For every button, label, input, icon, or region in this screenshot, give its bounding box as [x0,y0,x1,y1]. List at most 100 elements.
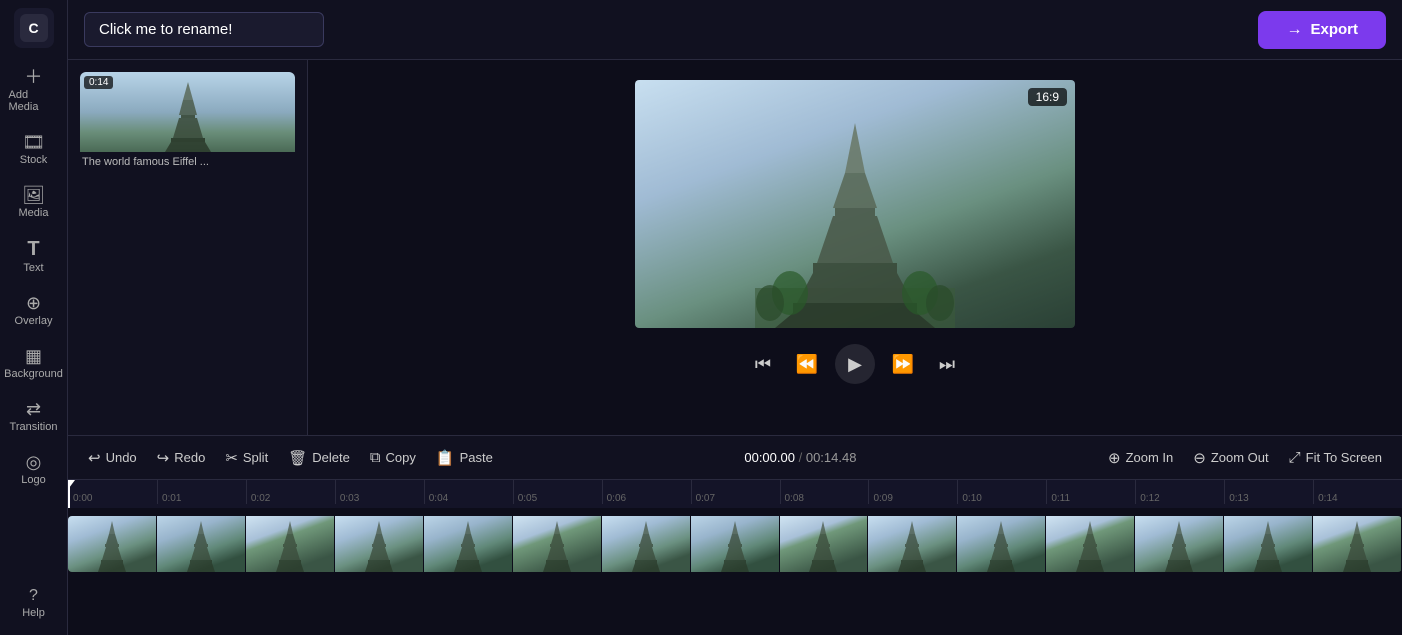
frame-thumb [602,516,691,572]
content-area: 0:14 The world famous Eiffel ... [68,60,1402,435]
delete-label: Delete [312,450,350,465]
video-track [68,516,1402,572]
sidebar-item-logo-label: Logo [21,474,45,486]
undo-label: Undo [106,450,137,465]
zoom-in-icon: ⊕ [1108,449,1121,467]
media-duration: 0:14 [84,76,113,89]
timeline-ruler: 0:000:010:020:030:040:050:060:070:080:09… [68,480,1402,508]
frame-thumb [68,516,157,572]
sidebar-item-media-label: Media [19,207,49,219]
playback-controls: ⏮ ⏪ ▶ ⏩ ⏭ [747,344,963,384]
add-media-icon: ＋ [25,68,43,86]
zoom-in-label: Zoom In [1126,450,1174,465]
fit-to-screen-icon: ⤢ [1289,449,1301,466]
zoom-out-button[interactable]: ⊖ Zoom Out [1185,444,1276,472]
rewind-button[interactable]: ⏪ [791,348,823,380]
frame-thumb [513,516,602,572]
time-current: 00:00.00 [744,450,795,465]
split-icon: ✂ [225,449,238,467]
paste-label: Paste [460,450,493,465]
ruler-tick: 0:03 [335,480,424,504]
sidebar-item-add-media-label: Add Media [9,89,59,113]
skip-to-end-button[interactable]: ⏭ [931,348,963,380]
zoom-out-icon: ⊖ [1193,449,1206,467]
ruler-tick: 0:07 [691,480,780,504]
sidebar-item-overlay-label: Overlay [15,315,53,327]
ruler-tick: 0:10 [957,480,1046,504]
sidebar-item-logo[interactable]: ◎ Logo [5,445,63,494]
timeline-area: ↩ Undo ↪ Redo ✂ Split 🗑 Delete ⧉ Copy 📋 [68,435,1402,635]
time-total: 00:14.48 [806,450,857,465]
redo-button[interactable]: ↪ Redo [149,444,214,472]
ruler-tick: 0:06 [602,480,691,504]
frame-thumb [157,516,246,572]
undo-button[interactable]: ↩ Undo [80,444,145,472]
background-icon: ▦ [25,347,42,365]
media-item[interactable]: 0:14 The world famous Eiffel ... [80,72,295,172]
time-separator: / [799,450,803,465]
ruler-ticks: 0:000:010:020:030:040:050:060:070:080:09… [68,480,1402,508]
ruler-tick: 0:11 [1046,480,1135,504]
sidebar-item-media[interactable]: 🖼 Media [5,178,63,227]
fit-to-screen-button[interactable]: ⤢ Fit To Screen [1281,444,1390,471]
copy-button[interactable]: ⧉ Copy [362,444,424,471]
video-preview: 16:9 [635,80,1075,328]
project-name-input[interactable] [84,12,324,47]
topbar: → Export [68,0,1402,60]
ruler-tick: 0:05 [513,480,602,504]
frame-thumb [780,516,869,572]
ruler-tick: 0:09 [868,480,957,504]
play-pause-button[interactable]: ▶ [835,344,875,384]
media-thumbnail: 0:14 [80,72,295,152]
sidebar-item-stock-label: Stock [20,154,48,166]
frame-thumb [957,516,1046,572]
time-display: 00:00.00 / 00:14.48 [505,450,1096,465]
media-icon: 🖼 [22,186,45,204]
copy-label: Copy [386,450,416,465]
skip-to-start-button[interactable]: ⏮ [747,348,779,380]
aspect-ratio-badge: 16:9 [1028,88,1067,106]
ruler-tick: 0:12 [1135,480,1224,504]
split-button[interactable]: ✂ Split [217,444,276,472]
help-icon: ? [29,588,38,604]
eiffel-thumbnail-svg [153,80,223,152]
sidebar-item-add-media[interactable]: ＋ Add Media [5,60,63,121]
paste-button[interactable]: 📋 Paste [428,444,501,472]
transition-icon: ⇄ [26,400,41,418]
sidebar-item-help[interactable]: ? Help [5,580,63,627]
frame-thumb [1046,516,1135,572]
playhead[interactable] [68,480,70,508]
export-label: Export [1310,21,1358,38]
logo-icon: ◎ [26,453,42,471]
fit-to-screen-label: Fit To Screen [1306,450,1382,465]
main-area: → Export 0:14 [68,0,1402,635]
preview-area: 16:9 ⏮ ⏪ ▶ ⏩ ⏭ [308,60,1402,435]
logo-letter: C [20,14,48,42]
ruler-tick: 0:04 [424,480,513,504]
sidebar-item-text[interactable]: T Text [5,231,63,282]
redo-icon: ↪ [157,449,170,467]
media-panel: 0:14 The world famous Eiffel ... [68,60,308,435]
paste-icon: 📋 [436,449,455,467]
redo-label: Redo [174,450,205,465]
undo-icon: ↩ [88,449,101,467]
sidebar-item-background[interactable]: ▦ Background [5,339,63,388]
frame-thumb [1313,516,1402,572]
ruler-tick: 0:08 [780,480,869,504]
ruler-tick: 0:00 [68,480,157,504]
sidebar-item-overlay[interactable]: ⊕ Overlay [5,286,63,335]
media-title: The world famous Eiffel ... [80,152,295,172]
frame-thumb [1224,516,1313,572]
preview-eiffel-svg [755,118,955,328]
sidebar-item-stock[interactable]: 🎞 Stock [5,125,63,174]
export-arrow-icon: → [1286,21,1302,39]
fast-forward-button[interactable]: ⏩ [887,348,919,380]
ruler-tick: 0:01 [157,480,246,504]
export-button[interactable]: → Export [1258,11,1386,49]
zoom-in-button[interactable]: ⊕ Zoom In [1100,444,1181,472]
frame-thumb [424,516,513,572]
sidebar-item-transition[interactable]: ⇄ Transition [5,392,63,441]
delete-button[interactable]: 🗑 Delete [280,444,358,472]
frame-thumb [246,516,335,572]
track-frames[interactable] [68,516,1402,572]
